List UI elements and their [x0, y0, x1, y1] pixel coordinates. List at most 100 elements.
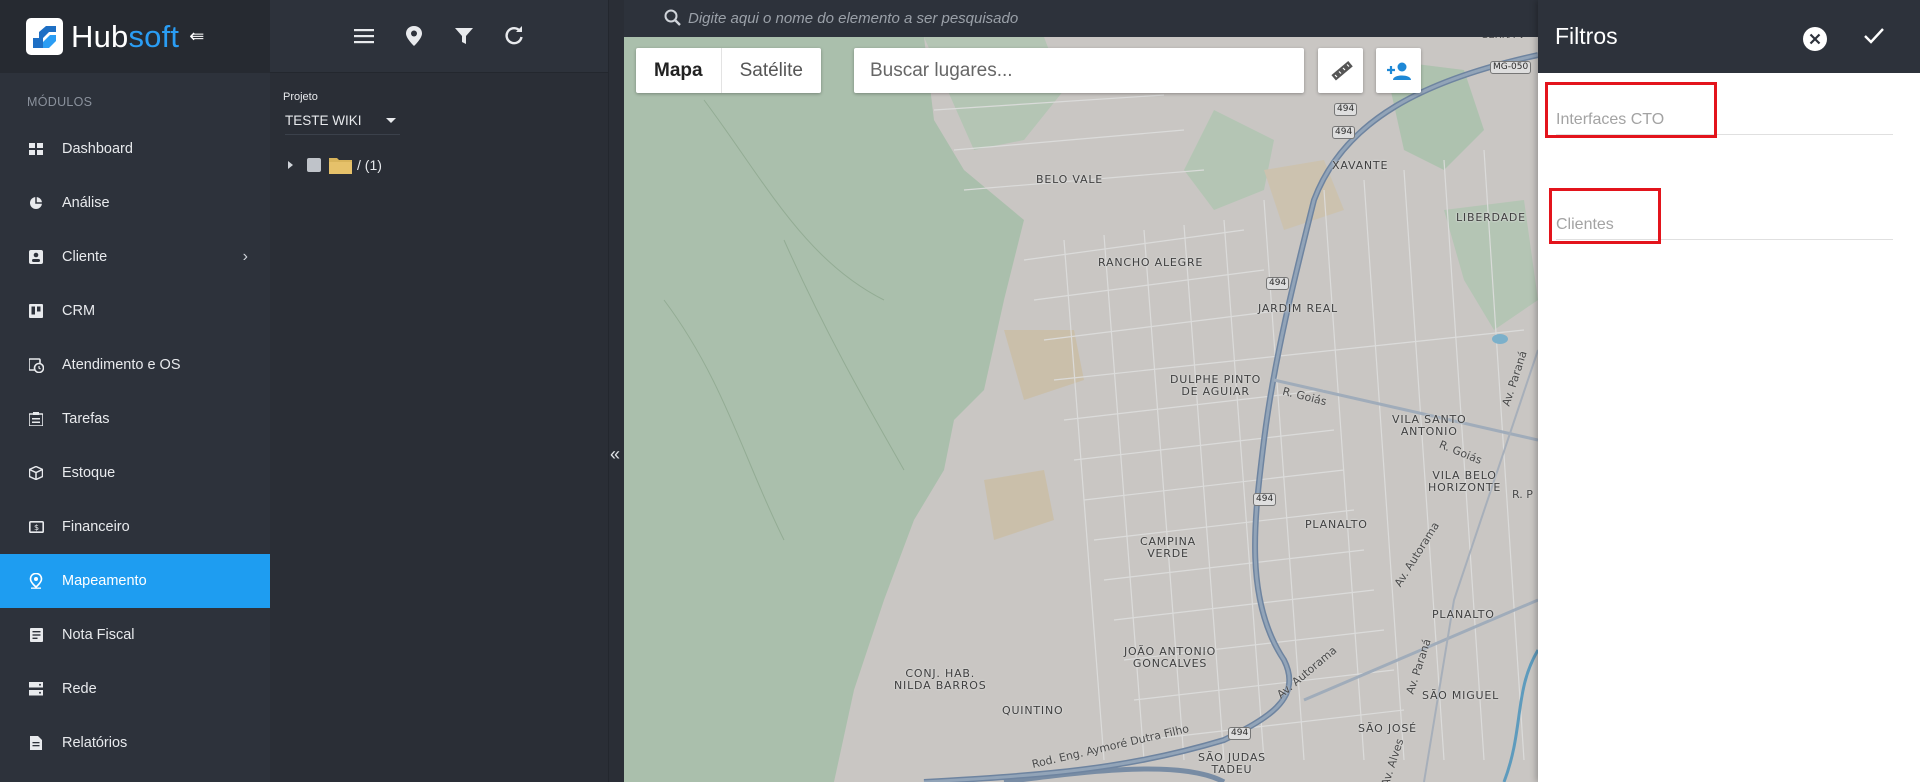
filter-icon[interactable]	[452, 24, 476, 48]
places-search	[854, 48, 1304, 93]
folder-icon	[329, 158, 352, 174]
pie-chart-icon	[28, 195, 44, 211]
sidebar-item-label: Financeiro	[62, 519, 130, 535]
filters-title: Filtros	[1555, 23, 1618, 49]
map-label-planalto: PLANALTO	[1305, 518, 1368, 531]
map-label-sao-jose: SÃO JOSÉ	[1358, 722, 1417, 735]
map-label-nilda-barros: CONJ. HAB. NILDA BARROS	[894, 667, 987, 692]
places-search-input[interactable]	[854, 48, 1304, 93]
clientes-input[interactable]	[1556, 210, 1893, 234]
sidebar-item-atendimento[interactable]: Atendimento e OS	[0, 338, 270, 392]
map-type-satellite-button[interactable]: Satélite	[720, 48, 821, 93]
modules-section-title: MÓDULOS	[27, 95, 93, 109]
money-icon: $	[28, 519, 44, 535]
project-select[interactable]: TESTE WIKI	[285, 113, 400, 135]
map-type-toggle: Mapa Satélite	[636, 48, 821, 93]
sidebar-item-crm[interactable]: CRM	[0, 284, 270, 338]
refresh-icon[interactable]	[502, 24, 526, 48]
sidebar-item-nota-fiscal[interactable]: Nota Fiscal	[0, 608, 270, 662]
expand-arrow-icon[interactable]	[288, 161, 293, 169]
project-label: Projeto	[283, 91, 318, 103]
sidebar-item-relatorios[interactable]: Relatórios	[0, 716, 270, 770]
tree-root-checkbox[interactable]	[307, 158, 321, 172]
brand-name: Hubsoft	[71, 18, 180, 54]
sidebar-item-label: Cliente	[62, 249, 108, 265]
add-person-icon	[1386, 62, 1411, 80]
module-sidebar: Hubsoft ⇚ MÓDULOS Dashboard Análise Clie…	[0, 0, 270, 782]
project-toolbar	[270, 0, 608, 73]
sidebar-item-label: Mapeamento	[62, 573, 147, 589]
ruler-button[interactable]	[1318, 48, 1363, 93]
map-label-campina-verde: CAMPINA VERDE	[1140, 535, 1196, 560]
map-label-jardim-real: JARDIM REAL	[1258, 302, 1338, 315]
sidebar-item-label: Relatórios	[62, 735, 128, 751]
street-label: R. P	[1512, 488, 1533, 501]
road-shield: 494	[1266, 277, 1290, 290]
map-label-sao-judas: SÃO JUDAS TADEU	[1198, 751, 1266, 776]
sidebar-item-tarefas[interactable]: Tarefas	[0, 392, 270, 446]
check-icon	[1864, 28, 1884, 44]
map-label-liberdade: LIBERDADE	[1456, 211, 1526, 224]
sidebar-item-label: Estoque	[62, 465, 116, 481]
element-search-input[interactable]	[688, 10, 1288, 27]
panel-splitter[interactable]: «	[608, 0, 624, 782]
collapse-panel-icon[interactable]: «	[610, 444, 620, 465]
project-panel: Projeto TESTE WIKI / (1)	[270, 0, 608, 782]
filters-panel: Filtros	[1538, 0, 1920, 782]
sidebar-item-estoque[interactable]: Estoque	[0, 446, 270, 500]
element-search-bar	[624, 0, 1538, 37]
interfaces-cto-input[interactable]	[1556, 105, 1893, 129]
kanban-icon	[28, 303, 44, 319]
caret-down-icon	[386, 118, 396, 123]
map-type-map-button[interactable]: Mapa	[636, 48, 721, 93]
clientes-field	[1556, 210, 1893, 240]
svg-text:$: $	[33, 523, 38, 532]
map-marker-icon[interactable]	[402, 24, 426, 48]
chevron-right-icon: ›	[242, 248, 248, 265]
road-shield: MG-050	[1490, 61, 1532, 74]
project-select-value: TESTE WIKI	[285, 113, 362, 128]
dashboard-icon	[28, 141, 44, 157]
add-person-button[interactable]	[1376, 48, 1421, 93]
clock-calendar-icon	[28, 357, 44, 373]
sidebar-item-financeiro[interactable]: $ Financeiro	[0, 500, 270, 554]
close-icon	[1809, 33, 1821, 45]
module-list: Dashboard Análise Cliente › CRM Atendime…	[0, 122, 270, 770]
sidebar-item-label: Análise	[62, 195, 110, 211]
map-tiles	[624, 0, 1538, 782]
filters-header: Filtros	[1538, 0, 1920, 73]
tree-root-node: / (1)	[288, 156, 608, 174]
map-label-vila-belo-horizonte: VILA BELO HORIZONTE	[1428, 469, 1502, 494]
tree-root-label[interactable]: / (1)	[357, 157, 382, 173]
sidebar-item-rede[interactable]: Rede	[0, 662, 270, 716]
close-filters-button[interactable]	[1803, 27, 1827, 51]
map-label-belo-vale: BELO VALE	[1036, 173, 1104, 186]
invoice-icon	[28, 627, 44, 643]
apply-filters-button[interactable]	[1863, 26, 1885, 51]
map-view[interactable]: BELO VALE XAVANTE LIBERDADE RANCHO ALEGR…	[624, 0, 1538, 782]
sidebar-item-label: Dashboard	[62, 141, 133, 157]
interfaces-cto-field	[1556, 105, 1893, 135]
menu-icon[interactable]	[352, 24, 376, 48]
brand-bar: Hubsoft ⇚	[0, 0, 270, 73]
map-label-dulphe-pinto: DULPHE PINTO DE AGUIAR	[1170, 373, 1262, 398]
sidebar-item-mapeamento[interactable]: Mapeamento	[0, 554, 270, 608]
map-label-sao-miguel: SÃO MIGUEL	[1422, 689, 1500, 702]
sidebar-item-analise[interactable]: Análise	[0, 176, 270, 230]
map-label-planalto-2: PLANALTO	[1432, 608, 1495, 621]
contact-card-icon	[28, 249, 44, 265]
sidebar-item-label: Nota Fiscal	[62, 627, 135, 643]
sidebar-item-cliente[interactable]: Cliente ›	[0, 230, 270, 284]
map-pin-icon	[28, 573, 44, 589]
sidebar-item-label: CRM	[62, 303, 96, 319]
collapse-sidebar-icon[interactable]: ⇚	[189, 26, 204, 47]
box-icon	[28, 465, 44, 481]
sidebar-item-label: Atendimento e OS	[62, 357, 181, 373]
road-shield: 494	[1332, 126, 1356, 139]
tasks-icon	[28, 411, 44, 427]
sidebar-item-dashboard[interactable]: Dashboard	[0, 122, 270, 176]
server-icon	[28, 681, 44, 697]
road-shield: 494	[1253, 493, 1277, 506]
hubsoft-logo-icon[interactable]	[26, 18, 63, 55]
report-icon	[28, 735, 44, 751]
